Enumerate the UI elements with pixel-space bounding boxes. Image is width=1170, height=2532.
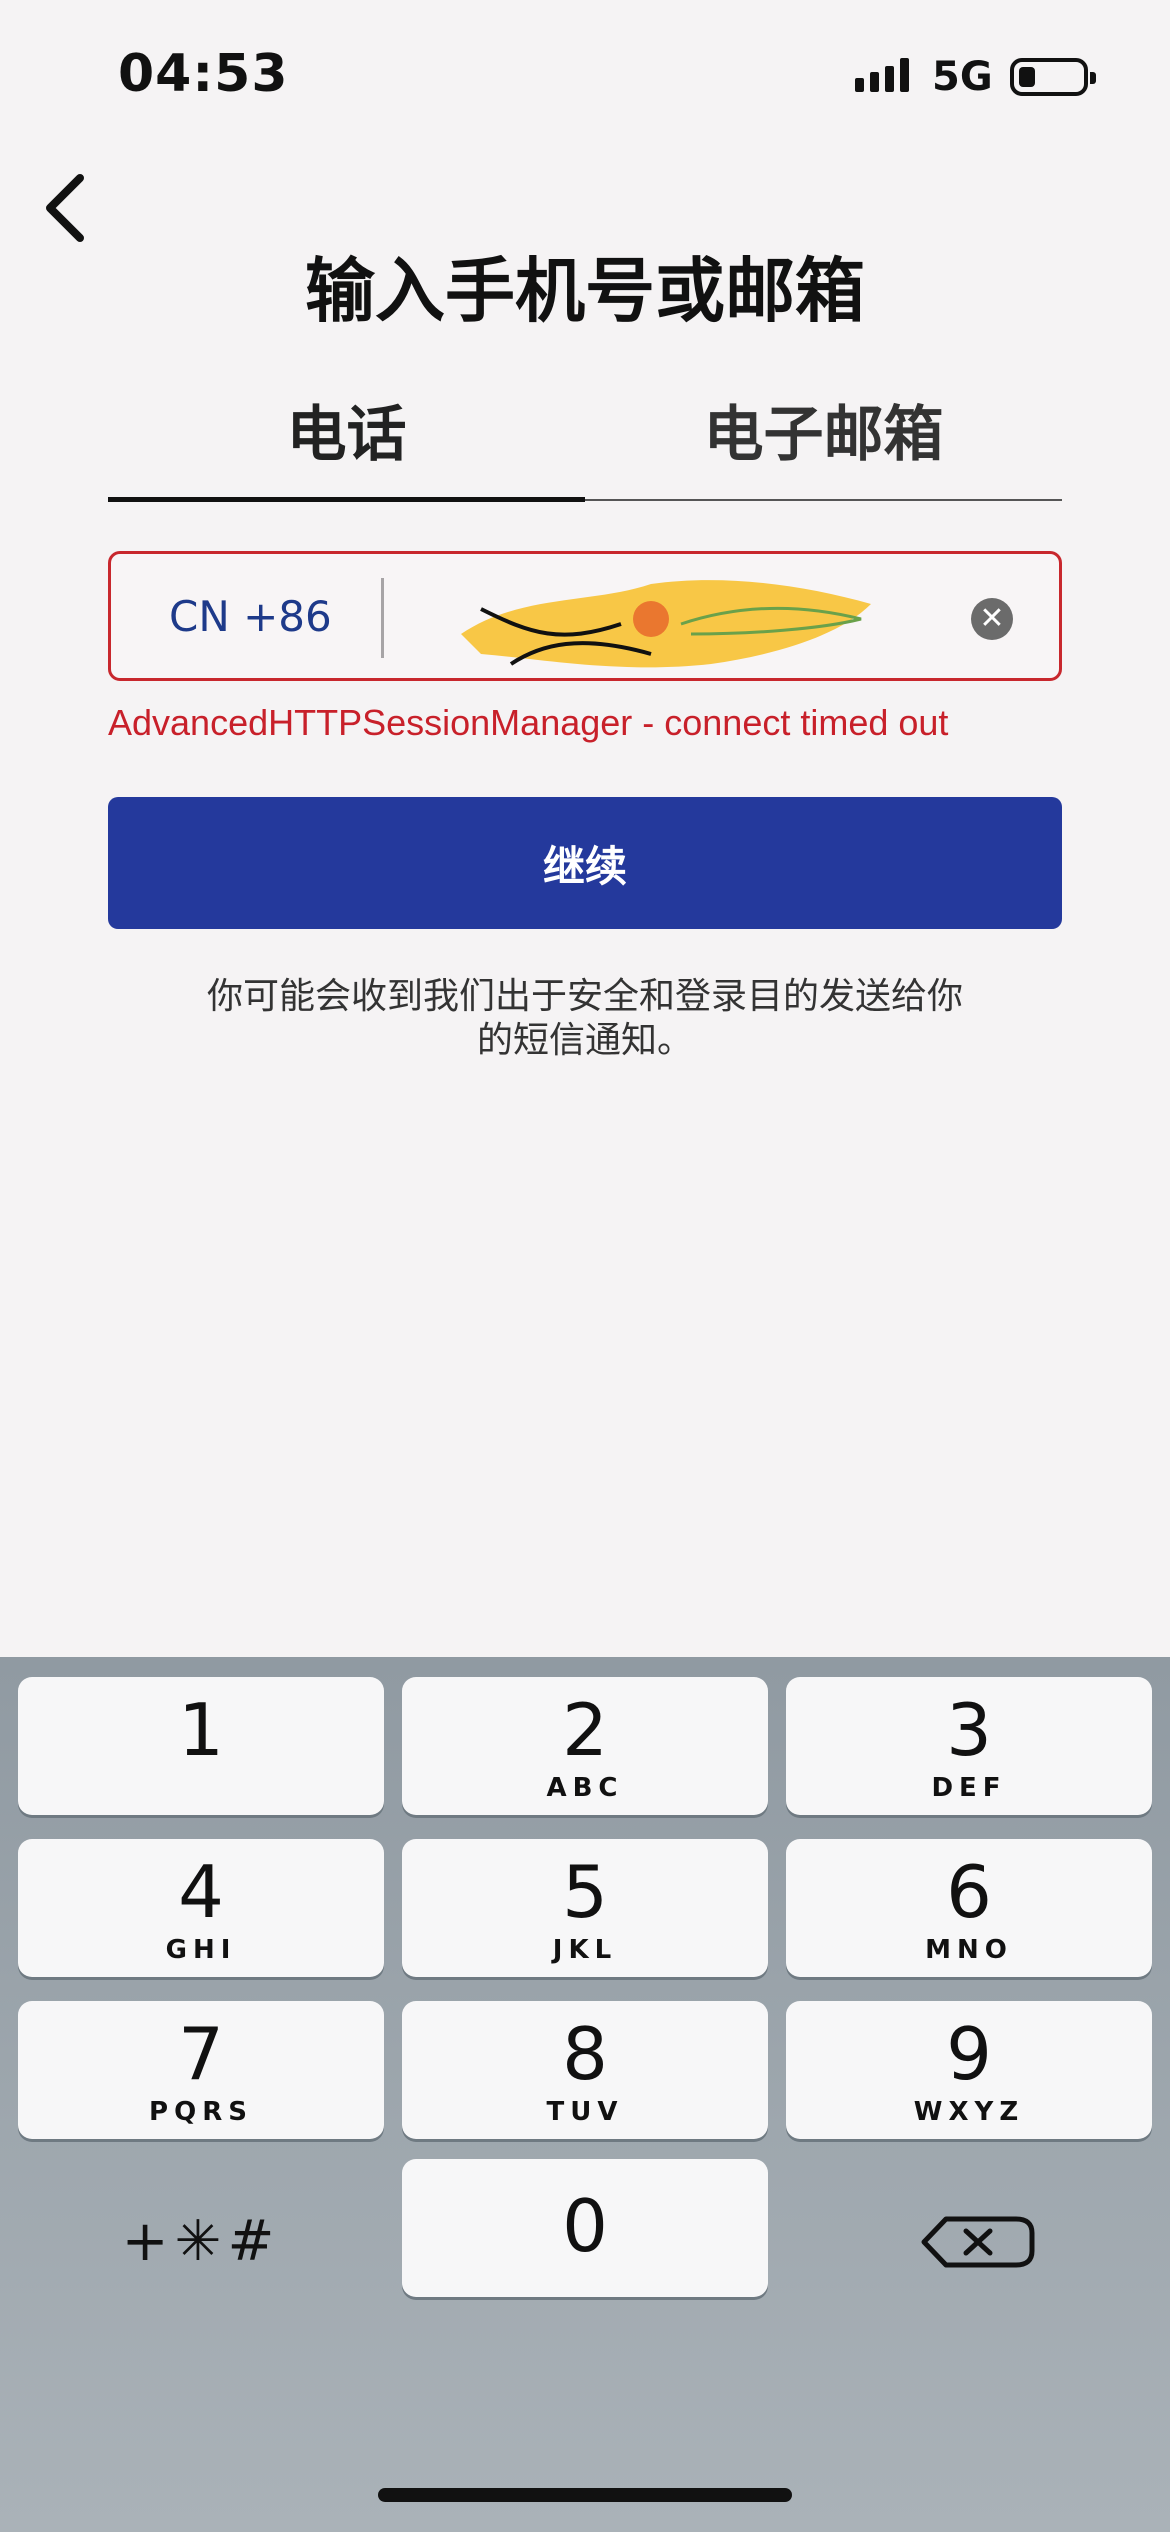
key-letters: ABC	[546, 1773, 624, 1803]
key-letters: MNO	[925, 1935, 1013, 1965]
phone-number-input[interactable]	[401, 578, 981, 658]
tab-email[interactable]: 电子邮箱	[585, 395, 1062, 495]
error-message: AdvancedHTTPSessionManager - connect tim…	[108, 702, 949, 743]
backspace-icon	[921, 2216, 1035, 2268]
login-method-tabs: 电话 电子邮箱	[108, 395, 1062, 505]
clear-input-button[interactable]: ✕	[971, 598, 1013, 640]
key-digit: 7	[178, 2012, 224, 2096]
sms-notice-line-2: 的短信通知。	[476, 1020, 693, 1061]
key-digit: 9	[946, 2012, 992, 2096]
key-letters: GHI	[165, 1935, 237, 1965]
key-digit: 6	[946, 1850, 992, 1934]
home-indicator[interactable]	[378, 2488, 792, 2502]
key-1[interactable]: 1	[18, 1677, 384, 1815]
tab-phone[interactable]: 电话	[108, 395, 585, 495]
key-digit: 3	[946, 1688, 992, 1772]
key-9[interactable]: 9 WXYZ	[786, 2001, 1152, 2139]
phone-login-screen: 04:53 5G 输入手机号或邮箱 电话 电子邮箱 CN +86 ✕ Advan…	[0, 0, 1170, 2532]
continue-button[interactable]: 继续	[108, 797, 1062, 929]
key-digit: 4	[178, 1850, 224, 1934]
key-digit: 2	[562, 1688, 608, 1772]
status-time: 04:53	[118, 44, 289, 104]
key-digit: 8	[562, 2012, 608, 2096]
key-digit: 0	[562, 2184, 608, 2268]
symbols-key[interactable]: +✳#	[18, 2173, 384, 2311]
key-5[interactable]: 5 JKL	[402, 1839, 768, 1977]
battery-icon	[1010, 58, 1096, 96]
key-letters: JKL	[552, 1935, 618, 1965]
phone-input-box: CN +86 ✕	[108, 551, 1062, 681]
page-title: 输入手机号或邮箱	[305, 250, 865, 332]
numeric-keypad: 1 2 ABC 3 DEF 4 GHI 5 JKL 6 MNO 7 PQRS 8	[0, 1657, 1170, 2532]
key-letters: DEF	[931, 1773, 1007, 1803]
key-8[interactable]: 8 TUV	[402, 2001, 768, 2139]
key-6[interactable]: 6 MNO	[786, 1839, 1152, 1977]
sms-notice: 你可能会收到我们出于安全和登录目的发送给你 的短信通知。	[180, 975, 990, 1063]
key-4[interactable]: 4 GHI	[18, 1839, 384, 1977]
key-letters: WXYZ	[913, 2097, 1025, 2127]
key-3[interactable]: 3 DEF	[786, 1677, 1152, 1815]
key-digit: 5	[562, 1850, 608, 1934]
sms-notice-line-1: 你可能会收到我们出于安全和登录目的发送给你	[206, 976, 963, 1017]
delete-key[interactable]	[786, 2173, 1152, 2311]
key-digit: 1	[178, 1688, 224, 1772]
input-divider	[381, 578, 384, 658]
key-7[interactable]: 7 PQRS	[18, 2001, 384, 2139]
signal-icon	[855, 58, 909, 92]
key-2[interactable]: 2 ABC	[402, 1677, 768, 1815]
key-0[interactable]: 0	[402, 2159, 768, 2297]
network-label: 5G	[932, 54, 993, 100]
key-letters: TUV	[546, 2097, 624, 2127]
close-icon: ✕	[979, 601, 1005, 636]
key-letters: PQRS	[149, 2097, 253, 2127]
country-code-selector[interactable]: CN +86	[169, 592, 332, 641]
active-tab-indicator	[108, 497, 585, 502]
